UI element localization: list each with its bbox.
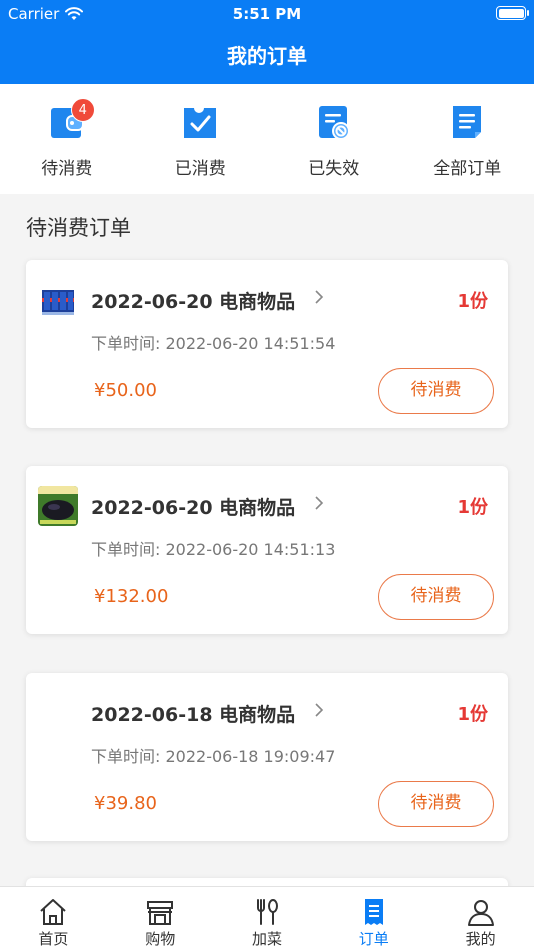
order-title: 2022-06-20 电商物品 [91,497,296,519]
tab-add-dish[interactable]: 加菜 [214,887,321,950]
store-icon [147,901,174,925]
chevron-right-icon [315,290,324,304]
order-card[interactable]: 2022-06-20 电商物品 1份 下单时间: 2022-06-20 14:5… [26,260,508,428]
pending-consume-button[interactable]: 待消费 [378,781,494,827]
pending-consume-button[interactable]: 待消费 [378,368,494,414]
chevron-right-icon [315,703,324,717]
tab-shopping[interactable]: 购物 [107,887,214,950]
wallet-icon: 4 [49,98,95,140]
order-time: 下单时间: 2022-06-18 19:09:47 [91,747,336,766]
status-time: 5:51 PM [232,5,302,23]
bottom-tab-bar: 首页 购物 加菜 订单 我的 [0,886,534,950]
tab-consumed[interactable]: 已消费 [134,84,268,194]
tab-mine-label: 我的 [465,930,496,948]
order-quantity: 1份 [457,704,488,725]
order-card[interactable]: 2022-06-18 电商物品 1份 下单时间: 2022-06-18 19:0… [26,673,508,841]
order-quantity: 1份 [457,291,488,312]
page-title: 我的订单 [227,44,307,68]
pending-count-badge: 4 [70,98,95,122]
order-title: 2022-06-20 电商物品 [91,291,296,313]
status-bar: Carrier 5:51 PM [0,0,534,28]
invalid-doc-icon [316,102,352,140]
tab-add-dish-label: 加菜 [251,930,282,948]
order-status-tabs: 4 待消费 已消费 已失效 全部订单 [0,84,534,194]
order-price: ¥132.00 [94,586,169,607]
order-card[interactable]: 2022-06-20 电商物品 1份 下单时间: 2022-06-20 14:5… [26,466,508,634]
order-doc-icon [364,899,383,925]
section-title: 待消费订单 [26,216,131,240]
order-time: 下单时间: 2022-06-20 14:51:13 [91,540,336,559]
tab-mine[interactable]: 我的 [427,887,534,950]
battery-icon [496,6,529,20]
pending-consume-button[interactable]: 待消费 [378,574,494,620]
header-bar: Carrier 5:51 PM 我的订单 [0,0,534,84]
soda-cans-thumbnail [38,280,78,320]
tab-orders-label: 订单 [358,930,389,948]
tab-shopping-label: 购物 [145,930,176,948]
black-rice-thumbnail [38,486,78,526]
tab-home[interactable]: 首页 [0,887,107,950]
tab-all-orders-label: 全部订单 [433,159,502,179]
tab-home-label: 首页 [38,930,69,948]
order-price: ¥39.80 [94,793,157,814]
tab-orders[interactable]: 订单 [320,887,427,950]
user-icon [467,900,494,926]
home-icon [40,899,67,925]
tab-pending[interactable]: 4 待消费 [0,84,134,194]
order-quantity: 1份 [457,497,488,518]
list-doc-icon [449,102,485,140]
tab-all-orders[interactable]: 全部订单 [401,84,534,194]
order-time: 下单时间: 2022-06-20 14:51:54 [91,334,336,353]
order-price: ¥50.00 [94,380,157,401]
tab-expired[interactable]: 已失效 [267,84,401,194]
check-card-icon [182,102,218,140]
chevron-right-icon [315,496,324,510]
tab-consumed-label: 已消费 [174,159,226,179]
fork-spoon-icon [256,899,278,925]
tab-expired-label: 已失效 [308,159,360,179]
tab-pending-label: 待消费 [41,159,93,179]
order-title: 2022-06-18 电商物品 [91,704,296,726]
